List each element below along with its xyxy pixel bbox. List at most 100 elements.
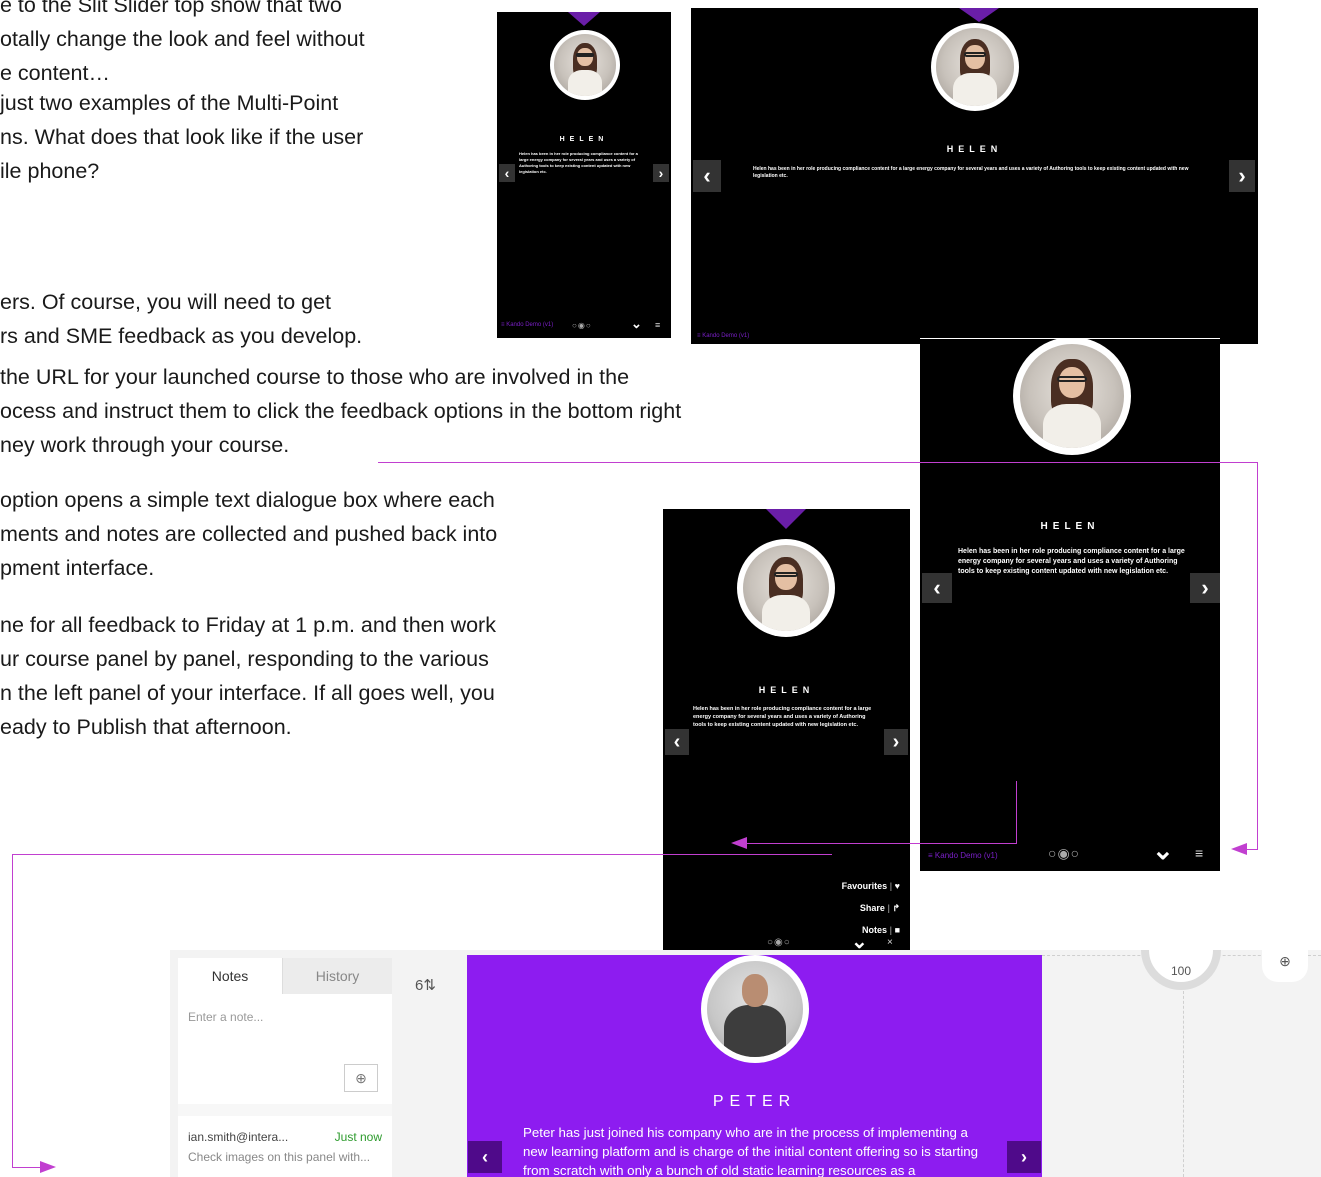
prev-button[interactable]: ‹ [468, 1141, 502, 1173]
preview-footer: ≡ Kando Demo (v1) ○◉○ ⌄ ≡ [920, 835, 1220, 871]
chevron-left-icon: ‹ [504, 165, 510, 181]
zoom-button[interactable]: ⊕ [1262, 950, 1308, 982]
panel-preview[interactable]: PETER Peter has just joined his company … [467, 955, 1042, 1177]
collapse-icon[interactable]: ⌄ [1152, 835, 1174, 866]
avatar [701, 955, 809, 1063]
tab-history[interactable]: History [282, 958, 392, 994]
profile-bio: Helen has been in her role producing com… [958, 548, 1185, 575]
add-note-button[interactable]: ⊕ [344, 1064, 378, 1092]
profile-name: HELEN [946, 144, 1003, 154]
arrow-left-icon [1231, 843, 1247, 855]
text-line: ney work through your course. [0, 433, 290, 457]
brand-label[interactable]: ≡ Kando Demo (v1) [501, 322, 553, 328]
profile-bio: Helen has been in her role producing com… [519, 151, 638, 174]
panel-count[interactable]: 6⇅ [415, 976, 436, 994]
paragraph-5: option opens a simple text dialogue box … [0, 483, 497, 585]
pagination-dots[interactable]: ○◉○ [1048, 845, 1080, 862]
text-line: otally change the look and feel without [0, 27, 365, 51]
text-line: e to the Slit Slider top show that two [0, 0, 342, 17]
chevron-right-icon: › [1201, 575, 1209, 600]
profile-name: HELEN [758, 685, 815, 695]
text-line: the URL for your launched course to thos… [0, 365, 630, 389]
profile-name: HELEN [1040, 521, 1100, 532]
next-button[interactable]: › [1007, 1141, 1041, 1173]
pagination-dots[interactable]: ○◉○ [572, 321, 592, 330]
text-line: ns. What does that look like if the user [0, 125, 364, 149]
collapse-icon[interactable]: ⌄ [631, 316, 642, 332]
note-input[interactable]: Enter a note... ⊕ [178, 994, 392, 1104]
notes-panel: Notes History Enter a note... ⊕ ian.smit… [178, 958, 392, 1177]
connector-line [12, 854, 832, 855]
text-line: ments and notes are collected and pushed… [0, 522, 498, 546]
zoom-value: 100 [1170, 964, 1192, 978]
profile-bio: Peter has just joined his company who ar… [523, 1125, 979, 1177]
profile-name: HELEN [559, 136, 609, 143]
profile-bio: Helen has been in her role producing com… [753, 166, 1189, 179]
connector-line [12, 1167, 42, 1168]
guide-line [1183, 986, 1184, 1177]
pointer-triangle [766, 509, 806, 529]
text-line: just two examples of the Multi-Point [0, 91, 339, 115]
note-time: Just now [334, 1130, 382, 1144]
note-text: Check images on this panel with... [188, 1150, 371, 1164]
chevron-right-icon: › [892, 731, 900, 753]
text-line: ers. Of course, you will need to get [0, 290, 332, 314]
next-button[interactable]: › [653, 164, 669, 182]
next-button[interactable]: › [1190, 573, 1220, 603]
text-line: ocess and instruct them to click the fee… [0, 399, 682, 423]
text-line: ur course panel by panel, responding to … [0, 647, 489, 671]
text-line: n the left panel of your interface. If a… [0, 681, 495, 705]
brand-label[interactable]: ≡ Kando Demo (v1) [697, 333, 749, 339]
close-icon[interactable]: × [887, 937, 893, 948]
connector-line [378, 462, 1258, 463]
preview-tablet-tall: HELEN Helen has been in her role produci… [920, 338, 1220, 871]
next-button[interactable]: › [1229, 160, 1255, 192]
tab-notes[interactable]: Notes [178, 958, 282, 994]
paragraph-4: the URL for your launched course to thos… [0, 360, 681, 462]
menu-icon: ≡ [928, 851, 933, 860]
connector-line [1257, 462, 1258, 849]
note-item[interactable]: ian.smith@intera... Just now Check image… [178, 1116, 392, 1177]
prev-button[interactable]: ‹ [693, 160, 721, 192]
avatar [737, 539, 835, 637]
share-icon: ↱ [892, 903, 900, 913]
chevron-right-icon: › [1021, 1147, 1027, 1167]
preview-desktop-wide: HELEN Helen has been in her role produci… [691, 8, 1258, 344]
text-line: rs and SME feedback as you develop. [0, 324, 363, 348]
pointer-triangle [568, 12, 600, 26]
avatar [931, 23, 1019, 111]
text-line: option opens a simple text dialogue box … [0, 488, 495, 512]
feedback-favourites[interactable]: Favourites | ♥ [842, 875, 900, 897]
avatar [550, 30, 620, 100]
zoom-in-icon: ⊕ [1279, 953, 1291, 969]
heart-icon: ♥ [894, 881, 900, 891]
text-line: eady to Publish that afternoon. [0, 715, 292, 739]
paragraph-6: ne for all feedback to Friday at 1 p.m. … [0, 608, 496, 744]
note-icon: ■ [894, 925, 900, 935]
chevron-left-icon: ‹ [673, 731, 681, 753]
next-button[interactable]: › [884, 729, 908, 755]
hamburger-icon[interactable]: ≡ [1195, 845, 1203, 861]
prev-button[interactable]: ‹ [922, 573, 952, 603]
prev-button[interactable]: ‹ [499, 164, 515, 182]
preview-footer: ≡ Kando Demo (v1) ○◉○ ⌄ ≡ [497, 316, 671, 338]
hamburger-icon[interactable]: ≡ [655, 320, 660, 330]
connector-line [745, 843, 1017, 844]
text-line: ile phone? [0, 159, 100, 183]
brand-label[interactable]: ≡ Kando Demo (v1) [928, 851, 998, 860]
connector-line [12, 854, 13, 1168]
connector-line [1016, 781, 1017, 843]
editor-interface: Notes History Enter a note... ⊕ ian.smit… [170, 950, 1321, 1177]
plus-circle-icon: ⊕ [355, 1070, 367, 1086]
paragraph-2: just two examples of the Multi-Point ns.… [0, 86, 363, 188]
arrow-right-icon [40, 1161, 56, 1173]
pagination-dots[interactable]: ○◉○ [767, 937, 791, 948]
chevron-left-icon: ‹ [703, 163, 711, 188]
chevron-left-icon: ‹ [933, 575, 941, 600]
chevron-left-icon: ‹ [482, 1147, 488, 1167]
chevron-right-icon: › [1238, 163, 1246, 188]
zoom-gauge[interactable]: 100 [1141, 950, 1221, 990]
feedback-share[interactable]: Share | ↱ [842, 897, 900, 919]
preview-phone: HELEN Helen has been in her role produci… [663, 509, 910, 955]
prev-button[interactable]: ‹ [665, 729, 689, 755]
